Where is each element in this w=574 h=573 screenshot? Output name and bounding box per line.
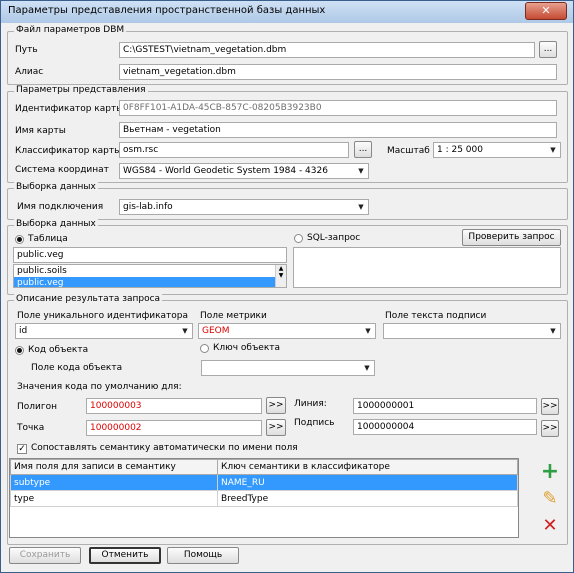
object-code-radio[interactable] [15,346,24,355]
table-header-row: Имя поля для записи в семантику Ключ сем… [10,459,518,475]
object-code-radio-label: Код объекта [28,345,89,355]
crs-value: WGS84 - World Geodetic System 1984 - 432… [123,166,328,176]
view-group-label: Параметры представления [14,85,148,95]
table-list-scrollbar[interactable]: ▲ ▼ [275,265,286,287]
auto-match-label: Сопоставлять семантику автоматически по … [31,443,298,453]
point-pick-button[interactable]: >> [266,419,286,436]
classifier-label: Классификатор карты [15,146,122,156]
table-list[interactable]: public.soils public.veg ▲ ▼ [13,264,287,288]
chevron-down-icon: ▼ [365,327,371,335]
sql-radio[interactable] [294,234,303,243]
dialog-window: Параметры представления пространственной… [0,0,574,573]
semantics-table[interactable]: Имя поля для записи в семантику Ключ сем… [9,458,519,538]
save-button[interactable]: Сохранить [9,547,81,564]
line-code-field[interactable]: 1000000001 [353,398,537,414]
point-code-field[interactable]: 100000002 [86,420,262,436]
object-key-radio[interactable] [200,344,209,353]
selection-group-label: Выборка данных [14,219,98,229]
polygon-label: Полигон [17,402,57,412]
map-name-label: Имя карты [15,126,66,136]
object-key-radio-label: Ключ объекта [213,343,281,353]
line-label: Линия: [294,399,327,409]
title-bar[interactable]: Параметры представления пространственной… [1,1,573,23]
defaults-label: Значения кода по умолчанию для: [17,382,182,392]
add-icon[interactable]: + [539,461,561,483]
check-query-button[interactable]: Проверить запрос [462,229,561,246]
auto-match-checkbox[interactable]: ✓ [17,444,27,454]
map-id-label: Идентификатор карты [15,104,124,114]
caption-code-field[interactable]: 1000000004 [353,419,537,435]
chevron-down-icon: ▼ [182,327,188,335]
table-cell[interactable]: BreedType [217,490,518,507]
chevron-down-icon: ▼ [550,327,556,335]
caption-field-select[interactable]: ▼ [383,323,561,339]
polygon-pick-button[interactable]: >> [266,397,286,414]
scale-select[interactable]: 1 : 25 000 ▼ [433,142,561,158]
sql-query-box[interactable] [293,247,561,288]
uid-value: id [19,326,28,336]
col-header-field[interactable]: Имя поля для записи в семантику [10,459,218,475]
connection-select[interactable]: gis-lab.info ▼ [119,199,369,215]
geom-value: GEOM [202,326,230,336]
edit-icon[interactable]: ✎ [539,488,561,510]
path-label: Путь [15,45,38,55]
point-label: Точка [17,423,45,433]
map-name-field[interactable]: Вьетнам - vegetation [119,122,557,138]
geom-select[interactable]: GEOM ▼ [198,323,376,339]
line-pick-button[interactable]: >> [541,398,559,415]
list-item[interactable]: public.soils [14,265,286,277]
path-browse-button[interactable]: ... [539,41,557,58]
uid-label: Поле уникального идентификатора [17,311,189,321]
chevron-down-icon: ▼ [358,167,364,175]
chevron-down-icon: ▼ [550,146,556,154]
table-radio-label: Таблица [28,234,68,244]
alias-field[interactable]: vietnam_vegetation.dbm [119,64,557,80]
path-field[interactable]: C:\GSTEST\vietnam_vegetation.dbm [119,42,535,58]
classifier-field[interactable]: osm.rsc [119,142,349,158]
table-name-field[interactable]: public.veg [13,247,287,263]
table-row[interactable]: subtype NAME_RU [10,474,518,491]
uid-select[interactable]: id ▼ [15,323,193,339]
alias-label: Алиас [15,67,44,77]
code-field-label: Поле кода объекта [31,363,123,373]
list-item[interactable]: public.veg [14,277,286,287]
table-radio[interactable] [15,235,24,244]
chevron-down-icon: ▼ [364,364,370,372]
table-cell[interactable]: type [10,490,218,507]
caption-code-label: Подпись [294,418,335,428]
sql-radio-label: SQL-запрос [307,233,361,243]
dbm-group-label: Файл параметров DBM [14,25,127,35]
crs-label: Система координат [15,165,109,175]
delete-icon[interactable]: ✕ [539,515,561,537]
code-field-select[interactable]: ▼ [201,360,375,376]
window-title: Параметры представления пространственной… [8,5,326,16]
classifier-browse-button[interactable]: ... [354,141,372,158]
scale-label: Масштаб [387,146,430,156]
col-header-key[interactable]: Ключ семантики в классификаторе [217,459,518,475]
map-id-field[interactable]: 0F8FF101-A1DA-45CB-857C-08205B3923B0 [119,100,557,116]
crs-select[interactable]: WGS84 - World Geodetic System 1984 - 432… [119,163,369,179]
table-cell[interactable]: subtype [10,474,218,491]
scale-value: 1 : 25 000 [437,145,483,155]
close-button[interactable]: ✕ [525,2,567,20]
table-cell[interactable]: NAME_RU [217,474,518,491]
connection-label: Имя подключения [17,202,104,212]
cancel-button[interactable]: Отменить [89,547,161,564]
result-group-label: Описание результата запроса [14,294,163,304]
help-button[interactable]: Помощь [167,547,239,564]
polygon-code-field[interactable]: 100000003 [86,398,262,414]
table-row[interactable]: type BreedType [10,490,518,507]
caption-pick-button[interactable]: >> [541,420,559,437]
geom-label: Поле метрики [200,311,267,321]
datasource-group-label: Выборка данных [14,182,98,192]
caption-field-label: Поле текста подписи [385,311,487,321]
connection-value: gis-lab.info [123,202,173,212]
chevron-down-icon: ▼ [358,203,364,211]
